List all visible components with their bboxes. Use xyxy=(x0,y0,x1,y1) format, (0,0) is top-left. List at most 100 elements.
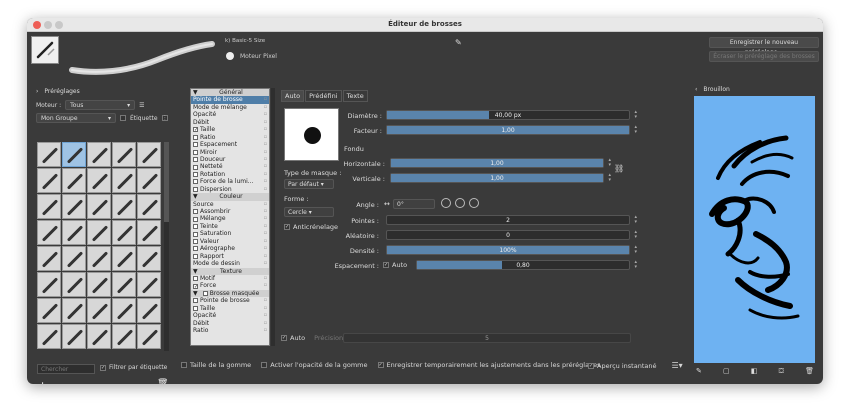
lock-icon[interactable]: ▫ xyxy=(264,186,267,193)
preset-thumbnail[interactable] xyxy=(37,246,61,271)
lock-icon[interactable]: ▫ xyxy=(264,134,267,141)
param-item[interactable]: Douceur ▫ xyxy=(191,156,269,163)
preset-thumbnail[interactable] xyxy=(87,220,111,245)
instant-preview-checkbox[interactable]: ✓ xyxy=(588,362,594,369)
param-section-header[interactable]: ▼ Couleur xyxy=(191,193,269,201)
preset-thumbnail[interactable] xyxy=(62,324,86,349)
param-checkbox[interactable] xyxy=(193,142,198,148)
menu-icon[interactable]: ☰▾ xyxy=(671,361,682,370)
preset-thumbnail[interactable] xyxy=(37,298,61,323)
param-checkbox[interactable] xyxy=(202,291,208,297)
lock-icon[interactable]: ▫ xyxy=(264,238,267,245)
preset-thumbnail[interactable] xyxy=(137,194,161,219)
preset-thumbnail[interactable] xyxy=(37,194,61,219)
param-checkbox[interactable] xyxy=(193,179,198,185)
preset-thumbnail[interactable] xyxy=(137,298,161,323)
param-checkbox[interactable] xyxy=(193,253,198,259)
lock-icon[interactable]: ▫ xyxy=(264,297,267,304)
spikes-slider[interactable]: 2 ▴ ▾ xyxy=(386,215,637,225)
lock-icon[interactable]: ▫ xyxy=(264,104,267,111)
angle-dial-icon[interactable] xyxy=(441,198,451,208)
param-checkbox[interactable] xyxy=(193,305,198,311)
lock-icon[interactable]: ▫ xyxy=(264,126,267,133)
lock-icon[interactable]: ▫ xyxy=(264,156,267,163)
temp-save-checkbox[interactable]: ✓ xyxy=(377,362,384,368)
param-checkbox[interactable] xyxy=(193,172,198,178)
lock-icon[interactable]: ▫ xyxy=(264,275,267,282)
lock-icon[interactable]: ▫ xyxy=(264,320,267,327)
preset-thumbnail[interactable] xyxy=(87,272,111,297)
lock-icon[interactable]: ▫ xyxy=(264,215,267,222)
preset-thumbnail[interactable] xyxy=(37,324,61,349)
collapse-chevron-icon[interactable]: › xyxy=(36,88,38,95)
preset-thumbnail[interactable] xyxy=(112,142,136,167)
param-item[interactable]: ✓ Force ▫ xyxy=(191,282,269,289)
preset-thumbnail[interactable] xyxy=(112,298,136,323)
preset-thumbnail[interactable] xyxy=(137,272,161,297)
param-item[interactable]: Source ▫ xyxy=(191,201,269,208)
param-item[interactable]: Opacité ▫ xyxy=(191,312,269,319)
group-select[interactable]: Mon Groupe ▾ xyxy=(36,113,116,123)
param-item[interactable]: Opacité ▫ xyxy=(191,111,269,118)
lock-icon[interactable]: ▫ xyxy=(264,163,267,170)
collapse-chevron-icon[interactable]: ‹ xyxy=(695,86,697,93)
preset-thumbnail[interactable] xyxy=(112,272,136,297)
expand-triangle-icon[interactable]: ▼ xyxy=(193,89,198,96)
params-scrollbar[interactable] xyxy=(271,88,275,346)
spinner-arrows-icon[interactable]: ▴ ▾ xyxy=(634,215,637,225)
param-item[interactable]: Espacement ▫ xyxy=(191,141,269,148)
spinner-arrows-icon[interactable]: ▴ ▾ xyxy=(634,260,637,270)
preset-thumbnail[interactable] xyxy=(62,194,86,219)
param-checkbox[interactable] xyxy=(193,216,198,222)
preset-thumbnail[interactable] xyxy=(62,246,86,271)
param-item[interactable]: Débit ▫ xyxy=(191,320,269,327)
preset-thumbnail[interactable] xyxy=(112,194,136,219)
param-checkbox[interactable]: ✓ xyxy=(193,127,198,133)
param-item[interactable]: Force de la lumi... ▫ xyxy=(191,178,269,185)
preset-thumbnail[interactable] xyxy=(137,324,161,349)
preset-thumbnail[interactable] xyxy=(87,246,111,271)
expand-triangle-icon[interactable]: ▼ xyxy=(193,290,198,297)
lock-icon[interactable]: ▫ xyxy=(264,223,267,230)
lock-icon[interactable]: ▫ xyxy=(264,96,267,103)
preset-thumbnail[interactable] xyxy=(37,168,61,193)
param-item[interactable]: Assombrir ▫ xyxy=(191,208,269,215)
param-item[interactable]: Ratio ▫ xyxy=(191,134,269,141)
lock-icon[interactable]: ▫ xyxy=(264,171,267,178)
param-checkbox[interactable] xyxy=(193,224,198,230)
param-item[interactable]: Débit ▫ xyxy=(191,119,269,126)
randomness-slider[interactable]: 0 ▴ ▾ xyxy=(386,230,637,240)
preset-thumbnail[interactable] xyxy=(62,220,86,245)
param-item[interactable]: Ratio ▫ xyxy=(191,327,269,334)
lock-icon[interactable]: ▫ xyxy=(264,305,267,312)
horizontal-slider[interactable]: 1,00 ▴ ▾ xyxy=(390,158,611,168)
antialias-checkbox[interactable]: ✓ xyxy=(284,224,290,230)
brush-tool-icon[interactable]: ✎ xyxy=(696,367,702,376)
param-section-header[interactable]: ▼ Brosse masquée xyxy=(191,289,269,298)
spinner-arrows-icon[interactable]: ▴ ▾ xyxy=(608,173,611,183)
param-section-header[interactable]: ▼ Général xyxy=(191,89,269,97)
param-item[interactable]: Aérographe ▫ xyxy=(191,245,269,252)
preset-thumbnail[interactable] xyxy=(137,142,161,167)
flip-vertical-icon[interactable] xyxy=(469,198,479,208)
preset-thumbnail[interactable] xyxy=(62,272,86,297)
preset-thumbnail[interactable] xyxy=(87,194,111,219)
param-checkbox[interactable]: ✓ xyxy=(193,283,198,289)
param-item[interactable]: ✓ Taille ▫ xyxy=(191,126,269,133)
spacing-auto-checkbox[interactable]: ✓ xyxy=(383,262,389,268)
lock-icon[interactable]: ▫ xyxy=(264,141,267,148)
lock-icon[interactable]: ▫ xyxy=(264,282,267,289)
save-new-preset-button[interactable]: Enregistrer le nouveau préréglage... xyxy=(709,37,819,56)
param-checkbox[interactable] xyxy=(193,164,198,170)
lock-icon[interactable]: ▫ xyxy=(264,208,267,215)
density-slider[interactable]: 100% ▴ ▾ xyxy=(386,245,637,255)
spinner-arrows-icon[interactable]: ▴ ▾ xyxy=(608,158,611,168)
spinner-arrows-icon[interactable]: ▴ ▾ xyxy=(634,245,637,255)
preset-thumbnail[interactable] xyxy=(87,168,111,193)
param-checkbox[interactable] xyxy=(193,186,198,192)
tab-text[interactable]: Texte xyxy=(342,90,368,102)
param-item[interactable]: Valeur ▫ xyxy=(191,238,269,245)
preset-thumbnail[interactable] xyxy=(37,142,61,167)
param-item[interactable]: Taille ▫ xyxy=(191,305,269,312)
param-item[interactable]: Mélange ▫ xyxy=(191,215,269,222)
